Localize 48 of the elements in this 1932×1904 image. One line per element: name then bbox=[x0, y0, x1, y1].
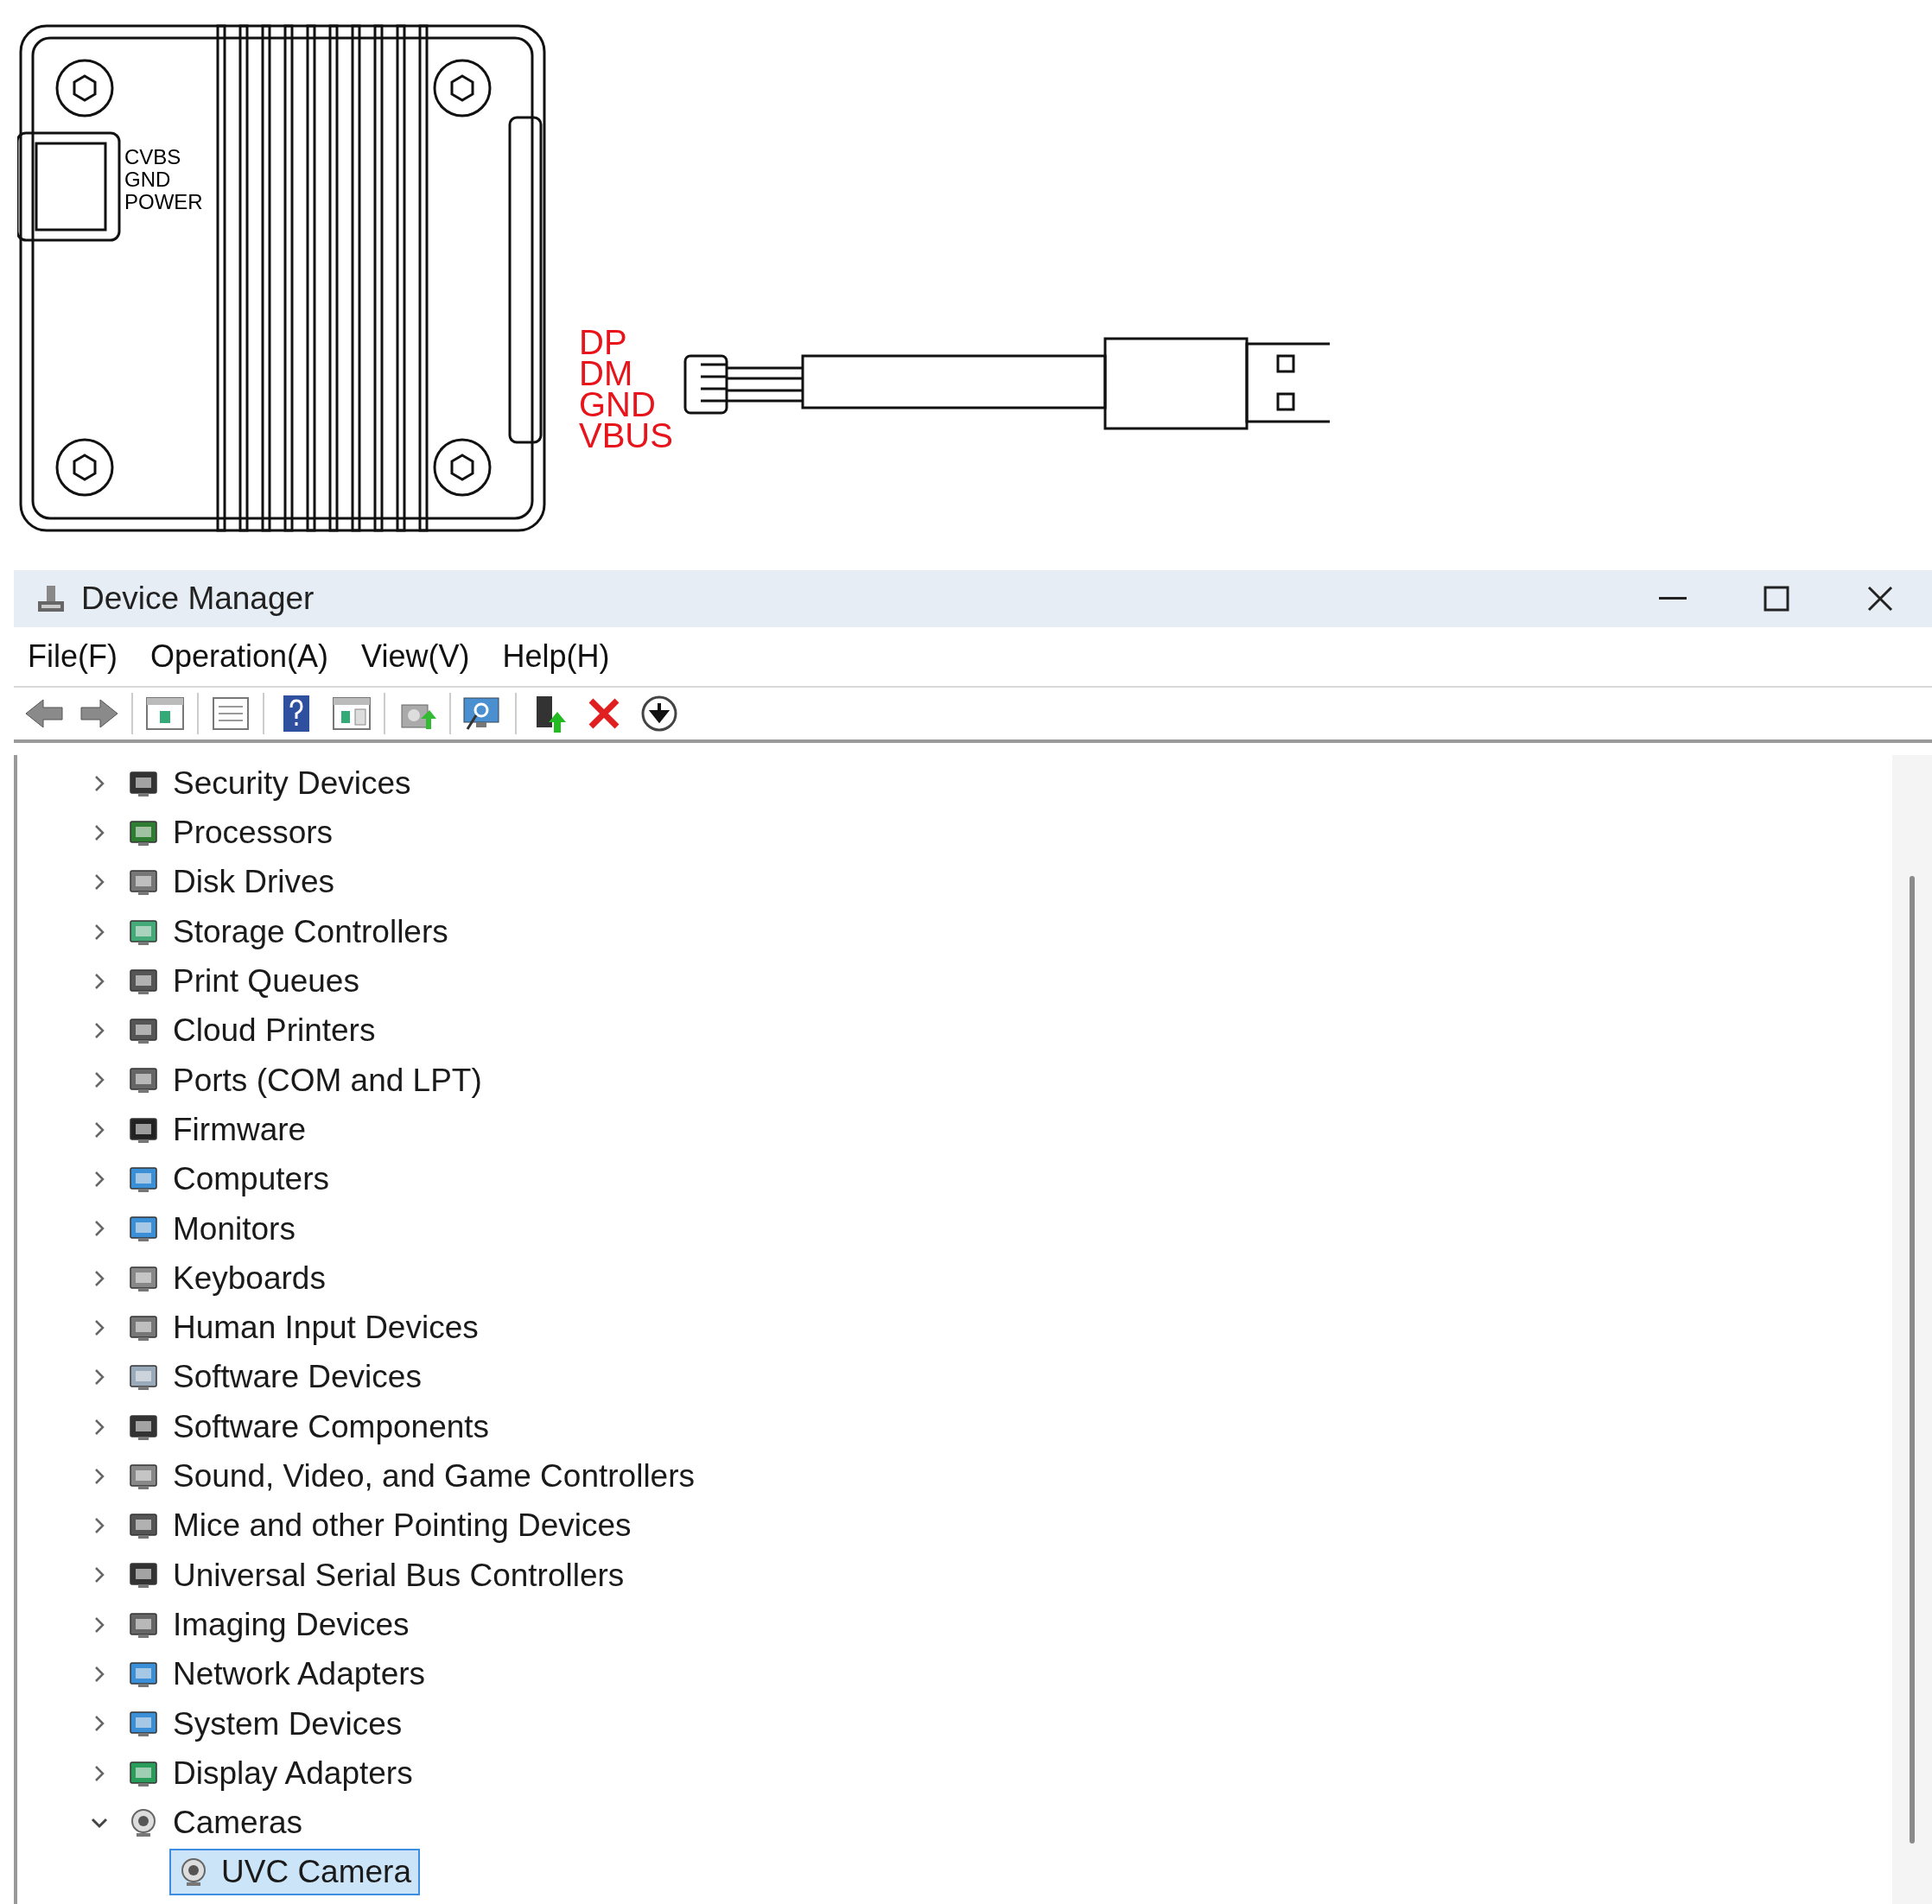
tree-item[interactable]: Sound, Video, and Game Controllers bbox=[171, 1452, 696, 1501]
tree-item[interactable]: Monitors bbox=[171, 1204, 297, 1253]
pin-label: VBUS bbox=[579, 420, 673, 451]
back-arrow-icon bbox=[24, 698, 64, 729]
pin-label: DM bbox=[579, 358, 634, 389]
tree-item[interactable]: Computers bbox=[171, 1155, 331, 1203]
tree-item[interactable]: System Devices bbox=[171, 1699, 404, 1749]
pin-label: GND bbox=[579, 389, 657, 420]
tree-item[interactable]: Software Components bbox=[171, 1402, 492, 1451]
document-icon bbox=[212, 696, 250, 731]
tree-item[interactable]: Imaging Devices bbox=[171, 1600, 411, 1649]
scrollbar[interactable] bbox=[1892, 755, 1932, 1904]
help-icon bbox=[283, 695, 309, 732]
tree-item[interactable]: Network Adapters bbox=[171, 1650, 428, 1698]
tree-item[interactable]: Firmware bbox=[171, 1105, 308, 1154]
maximize-icon bbox=[1764, 586, 1789, 612]
window-panel-icon bbox=[146, 697, 184, 730]
close-icon bbox=[1867, 586, 1893, 612]
menu-item[interactable]: File(F) bbox=[26, 633, 119, 680]
download-icon bbox=[640, 695, 678, 733]
menu-item[interactable]: Help(H) bbox=[500, 633, 612, 680]
minimize-icon bbox=[1659, 597, 1687, 600]
tree-item[interactable]: Print Queues bbox=[171, 957, 361, 1006]
tree-item[interactable]: Mice and other Pointing Devices bbox=[171, 1501, 633, 1550]
tree-item[interactable]: Cameras bbox=[171, 1799, 305, 1847]
connector-label: CVBS bbox=[124, 145, 181, 168]
tree-item[interactable]: Cloud Printers bbox=[171, 1006, 378, 1055]
tree-item[interactable]: Processors bbox=[171, 809, 335, 857]
close-icon bbox=[588, 697, 620, 730]
tree-item-label: UVC Camera bbox=[221, 1853, 411, 1892]
tree-item[interactable]: Display Adapters bbox=[171, 1749, 415, 1798]
tree-item[interactable]: Disk Drives bbox=[171, 858, 337, 906]
tree-item[interactable]: Software Devices bbox=[171, 1353, 423, 1401]
menu-item[interactable]: View(V) bbox=[359, 633, 472, 680]
tree-item[interactable]: Storage Controllers bbox=[171, 907, 450, 956]
forward-arrow-icon bbox=[79, 698, 119, 729]
pin-label: DP bbox=[579, 327, 628, 358]
menu-item[interactable]: Operation(A) bbox=[149, 633, 331, 680]
window-panel-icon bbox=[333, 697, 371, 730]
tree-item[interactable]: Universal Serial Bus Controllers bbox=[171, 1551, 626, 1600]
tree-item[interactable]: Keyboards bbox=[171, 1253, 327, 1303]
connector-label: GND bbox=[124, 168, 171, 191]
window-title: Device Manager bbox=[81, 580, 315, 619]
tree-item[interactable]: Human Input Devices bbox=[171, 1304, 480, 1352]
tree-item[interactable]: Security Devices bbox=[171, 758, 413, 808]
tree-item[interactable]: UVC Camera bbox=[169, 1849, 420, 1896]
connector-label: POWER bbox=[124, 190, 203, 213]
tree-item[interactable]: Ports (COM and LPT) bbox=[171, 1056, 484, 1105]
